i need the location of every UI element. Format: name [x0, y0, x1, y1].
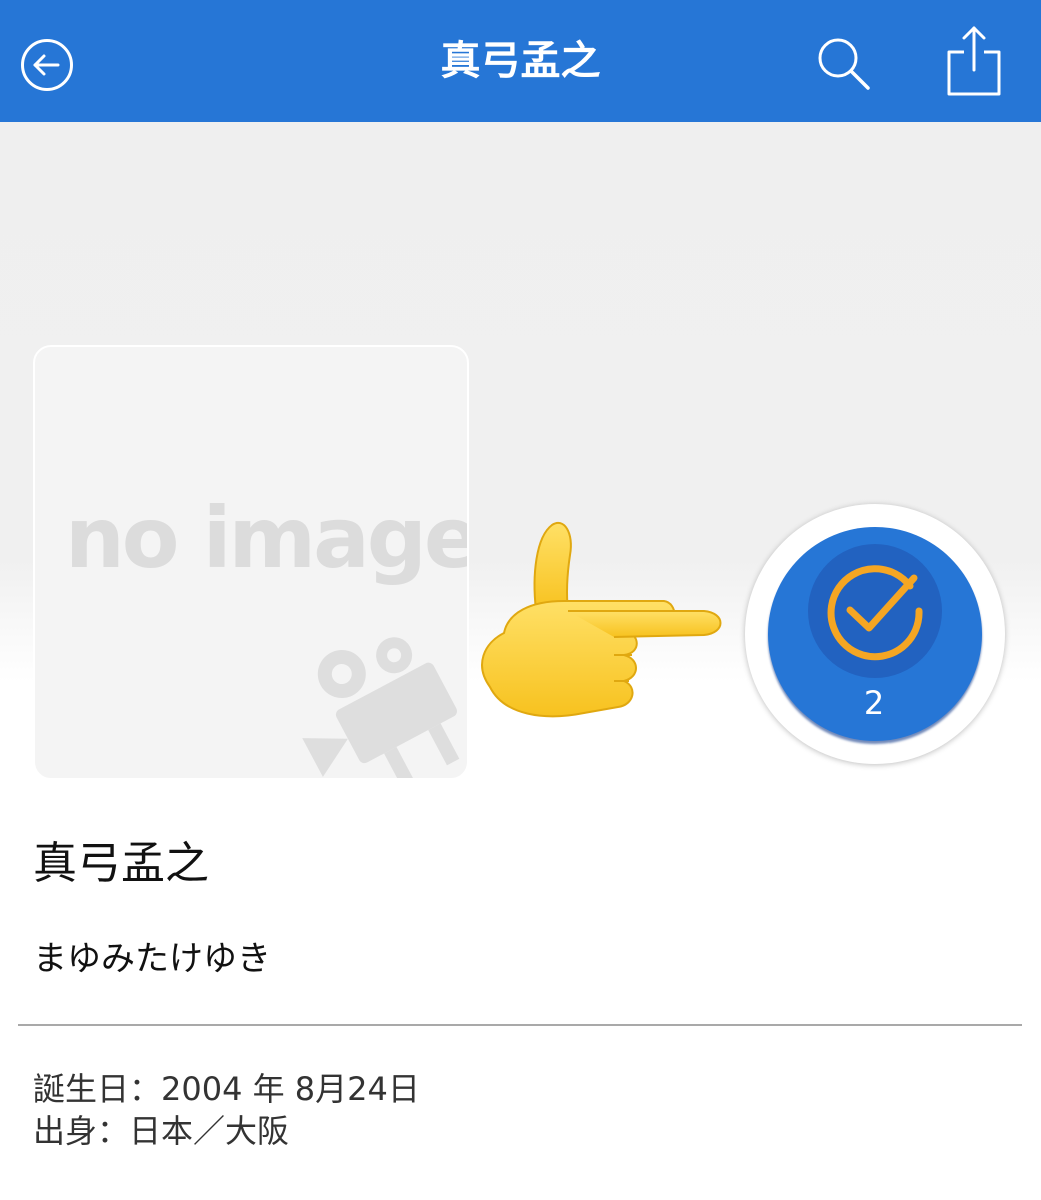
check-circle-icon [827, 565, 923, 661]
no-image-label: no image [65, 489, 469, 587]
search-button[interactable] [816, 36, 872, 92]
search-icon [818, 38, 870, 90]
profile-name: 真弓孟之 [33, 838, 209, 889]
profile-origin: 出身：日本／大阪 [33, 1112, 290, 1150]
profile-image-placeholder: no image [33, 345, 469, 780]
section-divider [18, 1024, 1022, 1026]
share-button[interactable] [944, 24, 1004, 98]
back-arrow-circle-icon [21, 39, 73, 91]
app-header: 真弓孟之 [0, 0, 1041, 122]
video-camera-icon [302, 637, 460, 778]
pointing-hand-icon [481, 522, 722, 718]
check-in-count: 2 [863, 684, 885, 722]
profile-page: 真弓孟之 no image 2 真弓孟之 まゆみたけゆき 誕生日：2004 年 … [0, 0, 1041, 1200]
back-button[interactable] [20, 38, 74, 92]
profile-name-kana: まゆみたけゆき [33, 939, 271, 979]
page-title: 真弓孟之 [440, 38, 601, 84]
share-icon [947, 26, 1001, 96]
profile-birthday: 誕生日：2004 年 8月24日 [33, 1070, 420, 1108]
